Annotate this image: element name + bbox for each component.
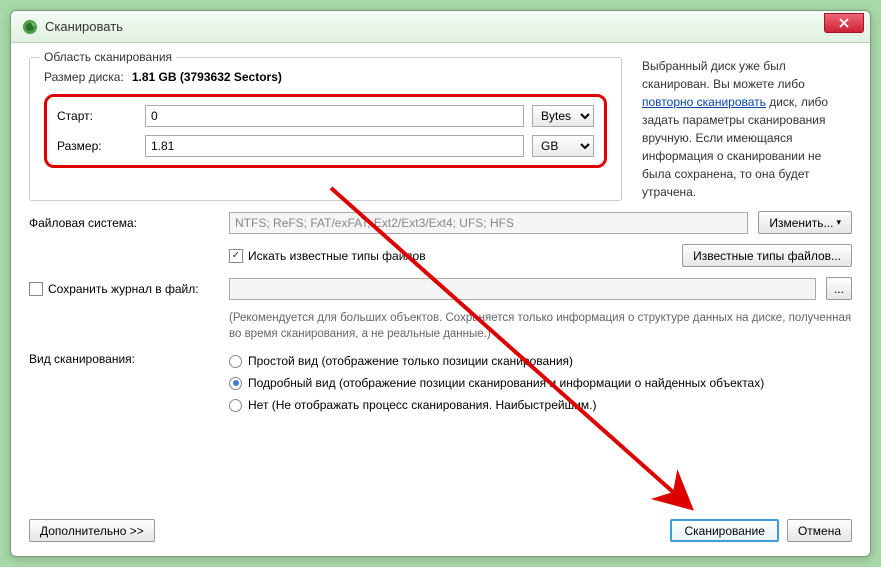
app-icon <box>21 18 39 36</box>
known-types-label: Искать известные типы файлов <box>248 249 426 263</box>
radio-none[interactable] <box>229 399 242 412</box>
start-unit-select[interactable]: Bytes <box>532 105 594 127</box>
size-input[interactable] <box>145 135 524 157</box>
highlight-annotation: Старт: Bytes Размер: GB <box>44 94 607 168</box>
cancel-button[interactable]: Отмена <box>787 519 852 542</box>
scan-view-label: Вид сканирования: <box>29 352 219 366</box>
size-label: Размер: <box>57 139 137 153</box>
info-text: Выбранный диск уже был сканирован. Вы мо… <box>642 57 852 201</box>
advanced-button[interactable]: Дополнительно >> <box>29 519 155 542</box>
scan-button[interactable]: Сканирование <box>670 519 778 542</box>
radio-detailed[interactable] <box>229 377 242 390</box>
scan-area-group: Область сканирования Размер диска: 1.81 … <box>29 57 622 201</box>
group-title: Область сканирования <box>40 50 176 64</box>
browse-button[interactable]: ... <box>826 277 852 300</box>
dialog-content: Область сканирования Размер диска: 1.81 … <box>11 43 870 556</box>
radio-simple-label: Простой вид (отображение только позиции … <box>248 354 573 368</box>
dialog-window: Сканировать Область сканирования Размер … <box>10 10 871 557</box>
size-unit-select[interactable]: GB <box>532 135 594 157</box>
rescan-link[interactable]: повторно сканировать <box>642 95 766 109</box>
titlebar: Сканировать <box>11 11 870 43</box>
radio-simple[interactable] <box>229 355 242 368</box>
radio-detailed-label: Подробный вид (отображение позиции скани… <box>248 376 764 390</box>
save-log-checkbox[interactable] <box>29 282 43 296</box>
filesystem-input <box>229 212 748 234</box>
save-log-label: Сохранить журнал в файл: <box>48 282 199 296</box>
change-button[interactable]: Изменить... <box>758 211 852 234</box>
disk-size-value: 1.81 GB (3793632 Sectors) <box>132 70 282 84</box>
save-log-hint: (Рекомендуется для больших объектов. Сох… <box>229 310 852 342</box>
known-types-checkbox[interactable] <box>229 249 243 263</box>
start-label: Старт: <box>57 109 137 123</box>
save-log-path-input <box>229 278 816 300</box>
window-title: Сканировать <box>45 19 123 34</box>
filesystem-label: Файловая система: <box>29 216 219 230</box>
start-input[interactable] <box>145 105 524 127</box>
radio-none-label: Нет (Не отображать процесс сканирования.… <box>248 398 597 412</box>
disk-size-label: Размер диска: <box>44 70 124 84</box>
close-button[interactable] <box>824 13 864 33</box>
known-types-button[interactable]: Известные типы файлов... <box>682 244 852 267</box>
